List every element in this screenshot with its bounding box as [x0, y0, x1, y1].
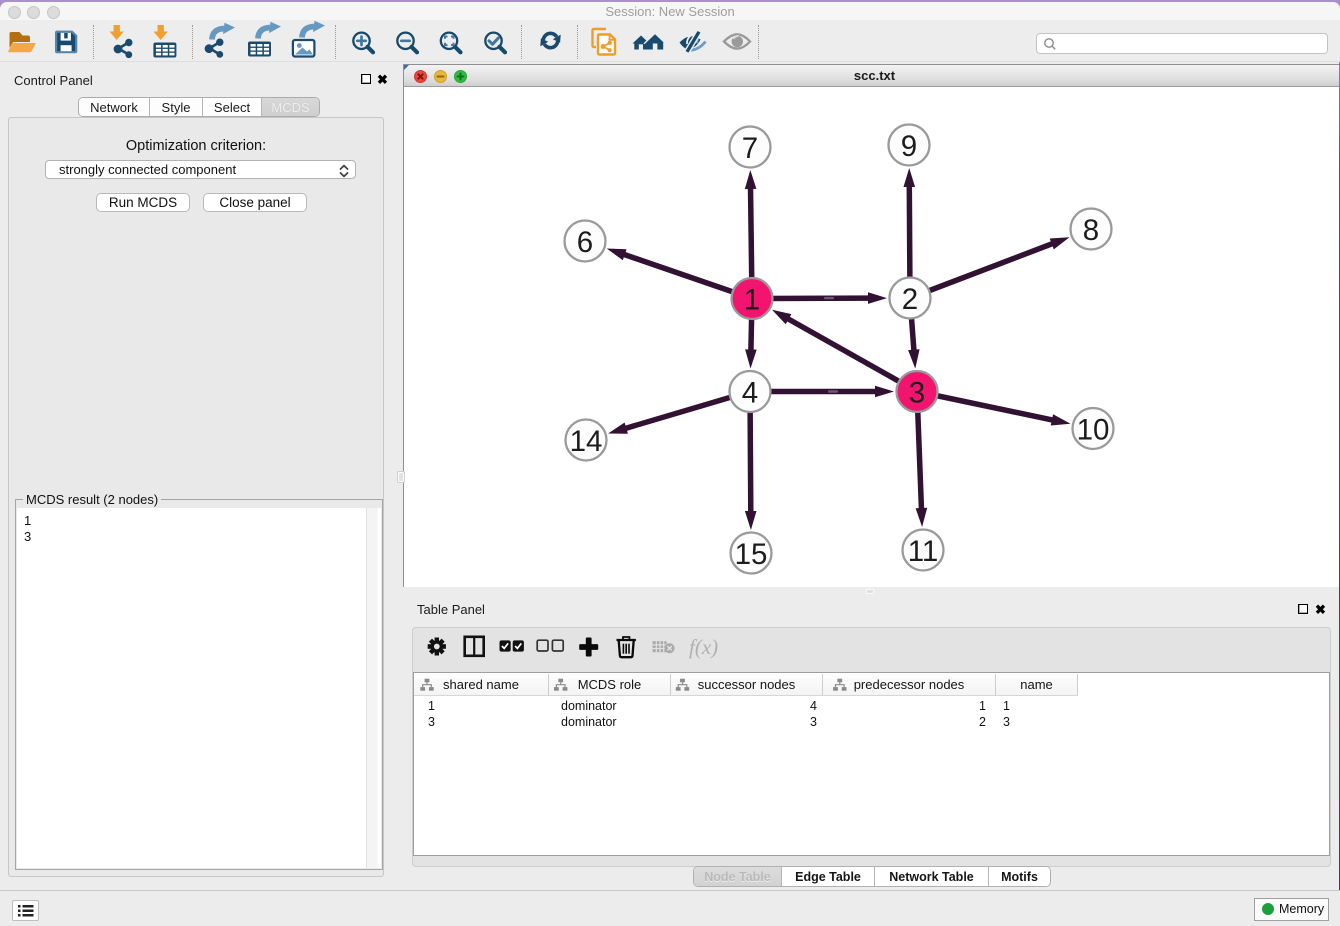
- svg-text:9: 9: [901, 130, 917, 163]
- svg-text:15: 15: [735, 538, 768, 571]
- svg-text:11: 11: [908, 535, 939, 568]
- svg-text:1: 1: [744, 284, 760, 317]
- svg-text:6: 6: [577, 226, 593, 259]
- svg-text:2: 2: [902, 283, 918, 316]
- svg-text:8: 8: [1083, 214, 1099, 247]
- svg-text:10: 10: [1077, 414, 1110, 447]
- svg-text:3: 3: [909, 377, 925, 410]
- svg-text:7: 7: [742, 132, 758, 165]
- svg-text:f(x): f(x): [689, 635, 718, 659]
- svg-text:4: 4: [742, 377, 758, 410]
- svg-text:14: 14: [570, 425, 603, 458]
